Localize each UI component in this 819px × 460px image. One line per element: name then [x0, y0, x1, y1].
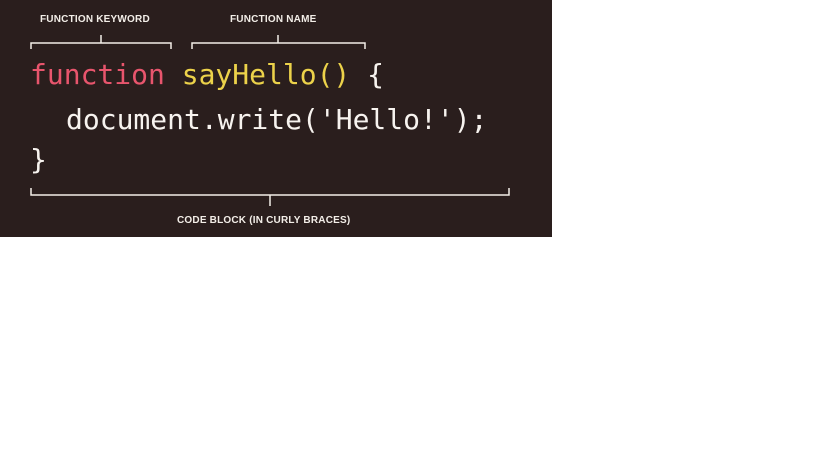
closing-brace: }: [30, 143, 47, 176]
code-line-2: document.write('Hello!');: [66, 106, 487, 134]
statement: document.write('Hello!');: [66, 103, 488, 136]
function-name: sayHello(): [181, 58, 351, 91]
keyword-bracket: [30, 35, 172, 49]
function-keyword: function: [30, 58, 165, 91]
opening-brace: {: [367, 58, 385, 91]
function-name-label: FUNCTION NAME: [230, 14, 317, 25]
function-keyword-label: FUNCTION KEYWORD: [40, 14, 150, 25]
code-line-3: }: [30, 146, 47, 174]
name-bracket: [191, 35, 366, 49]
code-line-1: function sayHello() {: [30, 61, 384, 89]
code-diagram: FUNCTION KEYWORD FUNCTION NAME function …: [0, 0, 552, 237]
code-block-label: CODE BLOCK (IN CURLY BRACES): [177, 215, 351, 226]
code-block-bracket: [30, 188, 510, 206]
